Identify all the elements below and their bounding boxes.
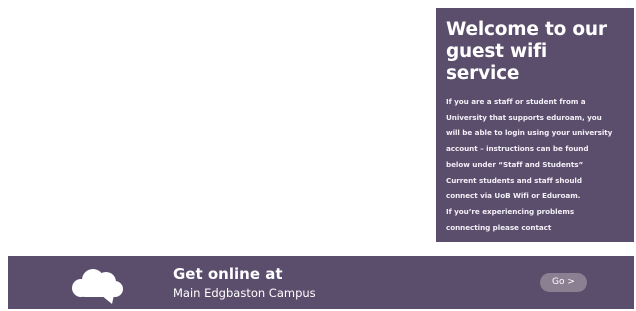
guest-wifi-page: Welcome to our guest wifi service If you…: [0, 0, 636, 311]
go-button[interactable]: Go >: [540, 273, 587, 292]
get-online-bar: Get online at Main Edgbaston Campus Go >: [8, 256, 634, 309]
cloud-speech-icon: [68, 267, 126, 305]
get-online-title: Get online at: [173, 265, 283, 283]
welcome-panel: Welcome to our guest wifi service If you…: [436, 8, 634, 242]
welcome-title: Welcome to our guest wifi service: [446, 19, 607, 84]
welcome-description: If you are a staff or student from a Uni…: [446, 97, 613, 232]
campus-name: Main Edgbaston Campus: [173, 286, 316, 300]
